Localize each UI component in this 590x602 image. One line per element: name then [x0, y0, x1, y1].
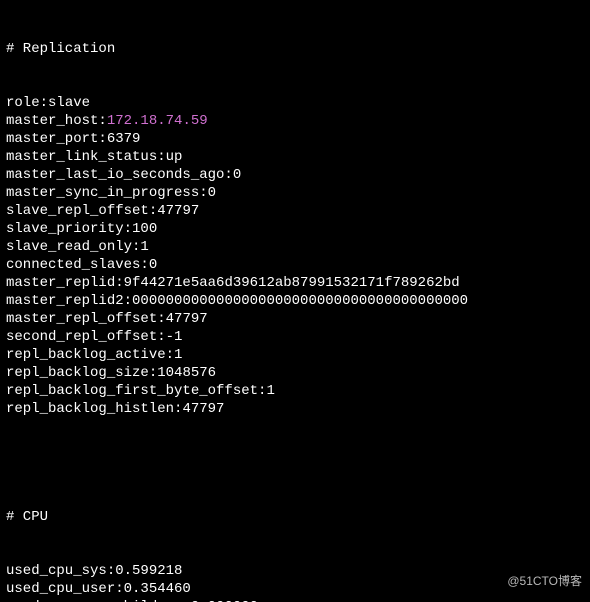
kv-value: 47797	[182, 401, 224, 417]
section-header-cpu: # CPU	[6, 508, 584, 526]
kv-line: used_cpu_user:0.354460	[6, 580, 584, 598]
kv-value: 1	[140, 239, 148, 255]
kv-line: used_cpu_sys_children:0.000000	[6, 598, 584, 602]
kv-line: slave_repl_offset:47797	[6, 202, 584, 220]
cpu-block: used_cpu_sys:0.599218used_cpu_user:0.354…	[6, 562, 584, 602]
blank-line	[6, 454, 584, 472]
kv-value: 1048576	[157, 365, 216, 381]
kv-line: slave_priority:100	[6, 220, 584, 238]
kv-line: repl_backlog_active:1	[6, 346, 584, 364]
kv-key: slave_read_only:	[6, 239, 140, 255]
kv-key: master_sync_in_progress:	[6, 185, 208, 201]
kv-value: 172.18.74.59	[107, 113, 208, 129]
kv-value: 6379	[107, 131, 141, 147]
kv-key: slave_repl_offset:	[6, 203, 157, 219]
kv-line: master_link_status:up	[6, 148, 584, 166]
kv-line: master_host:172.18.74.59	[6, 112, 584, 130]
kv-value: 0	[233, 167, 241, 183]
kv-line: master_replid2:0000000000000000000000000…	[6, 292, 584, 310]
kv-key: repl_backlog_size:	[6, 365, 157, 381]
kv-key: master_last_io_seconds_ago:	[6, 167, 233, 183]
kv-line: repl_backlog_size:1048576	[6, 364, 584, 382]
section-header-replication: # Replication	[6, 40, 584, 58]
kv-key: used_cpu_user:	[6, 581, 124, 597]
kv-line: master_replid:9f44271e5aa6d39612ab879915…	[6, 274, 584, 292]
kv-key: repl_backlog_active:	[6, 347, 174, 363]
kv-value: slave	[48, 95, 90, 111]
kv-value: up	[166, 149, 183, 165]
kv-value: 47797	[166, 311, 208, 327]
kv-key: connected_slaves:	[6, 257, 149, 273]
kv-line: master_sync_in_progress:0	[6, 184, 584, 202]
terminal-output: # Replication role:slavemaster_host:172.…	[0, 0, 590, 602]
kv-key: second_repl_offset:	[6, 329, 166, 345]
kv-value: 1	[174, 347, 182, 363]
kv-key: master_repl_offset:	[6, 311, 166, 327]
kv-key: master_host:	[6, 113, 107, 129]
kv-key: master_port:	[6, 131, 107, 147]
kv-line: master_port:6379	[6, 130, 584, 148]
kv-line: repl_backlog_histlen:47797	[6, 400, 584, 418]
kv-value: 0	[149, 257, 157, 273]
kv-value: 0.354460	[124, 581, 191, 597]
kv-key: slave_priority:	[6, 221, 132, 237]
kv-key: used_cpu_sys:	[6, 563, 115, 579]
kv-value: 0000000000000000000000000000000000000000	[132, 293, 468, 309]
kv-key: repl_backlog_histlen:	[6, 401, 182, 417]
kv-value: 9f44271e5aa6d39612ab87991532171f789262bd	[124, 275, 460, 291]
kv-line: slave_read_only:1	[6, 238, 584, 256]
kv-value: 100	[132, 221, 157, 237]
kv-line: master_last_io_seconds_ago:0	[6, 166, 584, 184]
kv-key: repl_backlog_first_byte_offset:	[6, 383, 266, 399]
kv-line: role:slave	[6, 94, 584, 112]
kv-line: second_repl_offset:-1	[6, 328, 584, 346]
kv-line: connected_slaves:0	[6, 256, 584, 274]
kv-line: master_repl_offset:47797	[6, 310, 584, 328]
kv-value: 0.599218	[115, 563, 182, 579]
kv-key: master_replid:	[6, 275, 124, 291]
kv-line: used_cpu_sys:0.599218	[6, 562, 584, 580]
kv-key: master_replid2:	[6, 293, 132, 309]
kv-value: 1	[266, 383, 274, 399]
kv-key: role:	[6, 95, 48, 111]
replication-block: role:slavemaster_host:172.18.74.59master…	[6, 94, 584, 418]
watermark-label: @51CTO博客	[507, 572, 582, 590]
kv-value: -1	[166, 329, 183, 345]
kv-key: master_link_status:	[6, 149, 166, 165]
kv-line: repl_backlog_first_byte_offset:1	[6, 382, 584, 400]
kv-value: 0	[208, 185, 216, 201]
kv-value: 47797	[157, 203, 199, 219]
